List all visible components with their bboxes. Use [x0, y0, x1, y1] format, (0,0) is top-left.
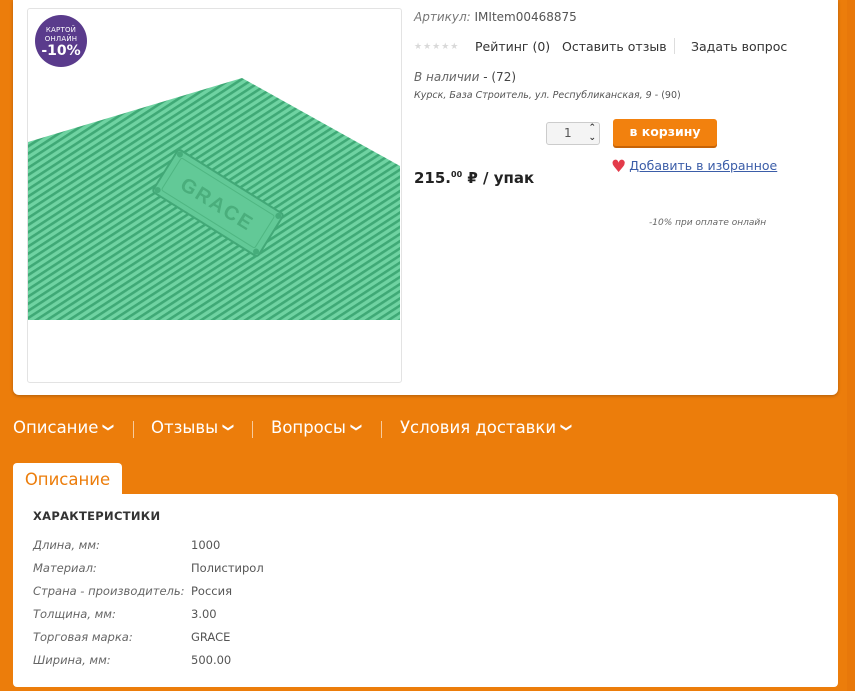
spec-value: GRACE [191, 630, 231, 644]
divider [674, 38, 675, 54]
add-to-favorites[interactable]: ♥ Добавить в избранное [611, 157, 777, 177]
store-address: Курск, База Строитель, ул. Республиканск… [414, 90, 652, 101]
spec-value: 500.00 [191, 653, 232, 667]
spec-value: Полистирол [191, 561, 264, 575]
tab-delivery[interactable]: Условия доставки ❯ [400, 418, 573, 437]
favorites-label[interactable]: Добавить в избранное [629, 158, 777, 173]
rating-stars[interactable]: ★★★★★ [414, 42, 459, 52]
tab-delivery-label[interactable]: Условия доставки [400, 418, 556, 437]
description-active-tab[interactable]: Описание [13, 463, 122, 495]
tab-description[interactable]: Описание ❯ [13, 418, 115, 437]
price-cents: 00 [451, 170, 463, 179]
spec-value: 3.00 [191, 607, 217, 621]
add-to-cart-button[interactable]: в корзину [613, 119, 717, 146]
article: Артикул: IMItem00468875 [414, 10, 577, 24]
spec-value: Россия [191, 584, 233, 598]
chevron-down-icon[interactable]: ❯ [222, 423, 235, 432]
chevron-down-icon[interactable]: ❯ [560, 423, 573, 432]
tab-reviews-label[interactable]: Отзывы [151, 418, 218, 437]
quantity-stepper[interactable]: 1 ⌃ ⌄ [546, 122, 600, 145]
rating-label[interactable]: Рейтинг (0) [475, 39, 550, 54]
article-value: IMItem00468875 [474, 10, 577, 24]
ask-question-link[interactable]: Задать вопрос [691, 39, 787, 54]
chevron-down-icon[interactable]: ❯ [350, 423, 363, 432]
spec-name: Ширина, мм: [33, 653, 111, 667]
spec-name: Страна - производитель: [33, 584, 185, 598]
tab-description-label[interactable]: Описание [13, 418, 98, 437]
store-count: - (90) [654, 90, 681, 101]
description-panel: ХАРАКТЕРИСТИКИ Длина, мм: 1000 Материал:… [13, 494, 838, 687]
chevron-down-icon[interactable]: ❯ [102, 423, 115, 432]
stepper-arrows-icon[interactable]: ⌃ ⌄ [588, 123, 596, 143]
spec-name: Толщина, мм: [33, 607, 116, 621]
tab-divider [381, 421, 382, 438]
leave-review-link[interactable]: Оставить отзыв [562, 39, 667, 54]
tab-questions[interactable]: Вопросы ❯ [271, 418, 363, 437]
spec-value: 1000 [191, 538, 221, 552]
heart-icon[interactable]: ♥ [611, 157, 626, 177]
page-scrollbar[interactable] [847, 0, 855, 691]
spec-name: Длина, мм: [33, 538, 100, 552]
badge-percent: -10% [41, 43, 81, 59]
store-availability[interactable]: Курск, База Строитель, ул. Республиканск… [414, 90, 681, 101]
product-photo: GRACE [28, 78, 400, 320]
price-main: 215. [414, 169, 452, 187]
stock-count: - (72) [483, 70, 517, 84]
online-discount-note: -10% при оплате онлайн [649, 218, 767, 228]
discount-badge: КАРТОЙ ОНЛАЙН -10% [35, 15, 87, 67]
stock-status: В наличии - (72) [414, 70, 516, 84]
product-card: КАРТОЙ ОНЛАЙН -10% GRACE Артикул: IMItem… [13, 0, 838, 395]
tab-divider [133, 421, 134, 438]
quantity-value[interactable]: 1 [564, 126, 572, 140]
product-image[interactable]: КАРТОЙ ОНЛАЙН -10% GRACE [27, 8, 402, 383]
price-unit: ₽ / упак [462, 169, 535, 187]
tab-reviews[interactable]: Отзывы ❯ [151, 418, 235, 437]
price: 215.00 ₽ / упак [414, 169, 534, 187]
spec-name: Торговая марка: [33, 630, 133, 644]
tab-questions-label[interactable]: Вопросы [271, 418, 346, 437]
article-label: Артикул: [414, 10, 471, 24]
tab-divider [252, 421, 253, 438]
badge-line-1: КАРТОЙ [45, 26, 77, 34]
characteristics-title: ХАРАКТЕРИСТИКИ [33, 509, 161, 523]
spec-name: Материал: [33, 561, 97, 575]
stock-label: В наличии [414, 70, 480, 84]
